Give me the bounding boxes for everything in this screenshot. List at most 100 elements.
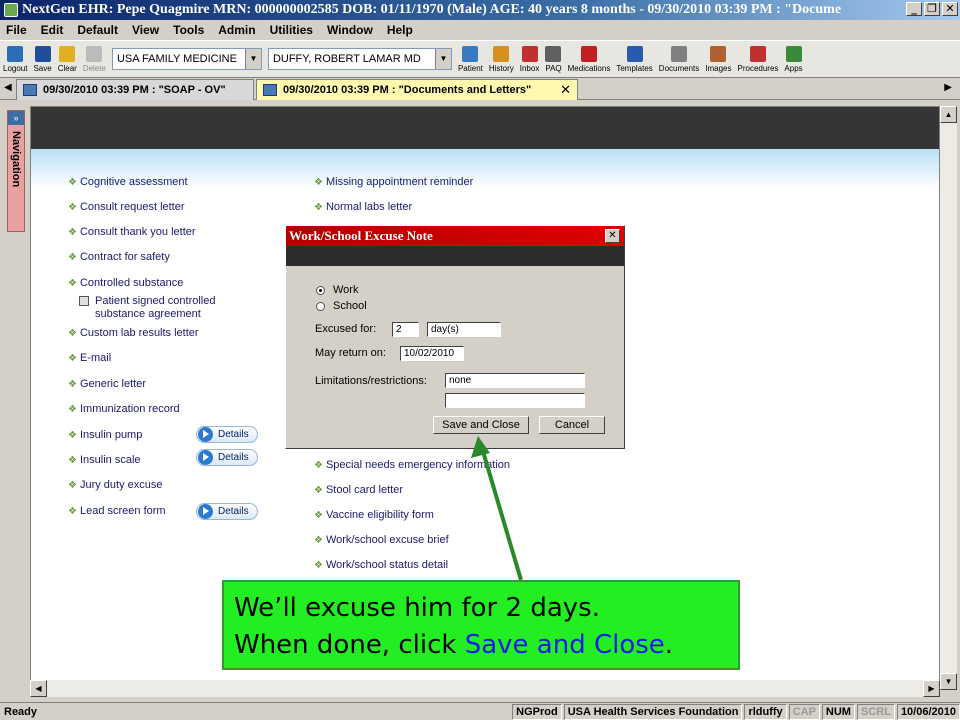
letter-lead-screen-form[interactable]: ❖ Lead screen form (68, 505, 166, 517)
letter-work-school-excuse-brief[interactable]: ❖ Work/school excuse brief (314, 534, 449, 546)
provider-select[interactable]: DUFFY, ROBERT LAMAR MD ▼ (267, 48, 452, 70)
navigation-panel[interactable]: » Navigation (7, 110, 25, 232)
images-icon (710, 45, 727, 62)
document-icon (263, 84, 277, 96)
clear-icon (59, 45, 76, 62)
apps-button[interactable]: Apps (781, 41, 805, 77)
close-tab-icon[interactable]: ✕ (560, 82, 571, 98)
radio-unselected[interactable] (316, 301, 325, 311)
excuse-note-dialog: Work/School Excuse Note ✕ Work School Ex… (285, 225, 625, 449)
tab-documents-and-letters[interactable]: 09/30/2010 03:39 PM : "Documents and Let… (256, 79, 578, 100)
inbox-button[interactable]: Inbox (517, 41, 543, 77)
menu-default[interactable]: Default (77, 23, 118, 37)
vertical-scrollbar[interactable]: ▲ ▼ (940, 106, 957, 690)
details-button-lead-screen[interactable]: Details (196, 503, 258, 520)
menu-utilities[interactable]: Utilities (270, 23, 313, 37)
tab-scroll-right-icon[interactable]: ▶ (944, 82, 952, 93)
documents-button[interactable]: Documents (656, 41, 702, 77)
return-date-input[interactable]: 10/02/2010 (400, 346, 464, 361)
tab-soap-ov[interactable]: 09/30/2010 03:39 PM : "SOAP - OV" (16, 79, 254, 100)
clear-button[interactable]: Clear (55, 41, 80, 77)
status-bar: Ready NGProd USA Health Services Foundat… (0, 702, 960, 720)
letter-work-school-status-detail[interactable]: ❖ Work/school status detail (314, 559, 448, 571)
letter-vaccine-eligibility[interactable]: ❖ Vaccine eligibility form (314, 509, 434, 521)
letter-controlled-substance[interactable]: ❖ Controlled substance (68, 277, 183, 289)
practice-select[interactable]: USA FAMILY MEDICINE ▼ (111, 48, 262, 70)
letter-consult-thank-you[interactable]: ❖ Consult thank you letter (68, 226, 196, 238)
restore-button[interactable]: ❐ (924, 2, 940, 16)
letter-jury-duty-excuse[interactable]: ❖ Jury duty excuse (68, 479, 163, 491)
chevron-down-icon: ▼ (244, 49, 261, 69)
limitations-input-2[interactable] (445, 393, 585, 408)
menu-view[interactable]: View (132, 23, 159, 37)
close-window-button[interactable]: ✕ (942, 2, 958, 16)
scroll-right-icon[interactable]: ▶ (923, 680, 940, 697)
letter-missing-appointment[interactable]: ❖ Missing appointment reminder (314, 176, 473, 188)
checkbox[interactable] (79, 296, 89, 306)
letter-immunization-record[interactable]: ❖ Immunization record (68, 403, 180, 415)
menu-admin[interactable]: Admin (218, 23, 255, 37)
menu-help[interactable]: Help (387, 23, 413, 37)
letter-normal-labs[interactable]: ❖ Normal labs letter (314, 201, 412, 213)
history-button[interactable]: History (486, 41, 517, 77)
letter-insulin-pump[interactable]: ❖ Insulin pump (68, 429, 142, 441)
status-ready: Ready (4, 705, 38, 718)
letter-custom-lab-results[interactable]: ❖ Custom lab results letter (68, 327, 199, 339)
patient-button[interactable]: Patient (455, 41, 486, 77)
controlled-substance-agreement-checkbox[interactable]: Patient signed controlled substance agre… (79, 295, 245, 321)
menu-edit[interactable]: Edit (41, 23, 64, 37)
dialog-header-band (286, 246, 624, 266)
details-button-insulin-scale[interactable]: Details (196, 449, 258, 466)
images-button[interactable]: Images (702, 41, 734, 77)
scroll-down-icon[interactable]: ▼ (940, 673, 957, 690)
letter-special-needs[interactable]: ❖ Special needs emergency information (314, 459, 510, 471)
letter-email[interactable]: ❖ E-mail (68, 352, 111, 364)
letter-consult-request[interactable]: ❖ Consult request letter (68, 201, 185, 213)
bullet-icon: ❖ (314, 560, 323, 571)
radio-selected[interactable] (316, 285, 325, 295)
toolbar: Logout Save Clear Delete USA FAMILY MEDI… (0, 40, 960, 78)
templates-button[interactable]: Templates (613, 41, 655, 77)
save-button[interactable]: Save (30, 41, 54, 77)
bullet-icon: ❖ (68, 455, 77, 466)
limitations-input-1[interactable]: none (445, 373, 585, 388)
bullet-icon: ❖ (68, 328, 77, 339)
scroll-left-icon[interactable]: ◀ (30, 680, 47, 697)
paq-button[interactable]: PAQ (542, 41, 564, 77)
details-button-insulin-pump[interactable]: Details (196, 426, 258, 443)
return-label: May return on: (315, 347, 386, 359)
procedures-button[interactable]: Procedures (735, 41, 782, 77)
bullet-icon: ❖ (68, 430, 77, 441)
expand-icon[interactable]: » (8, 111, 24, 125)
medications-button[interactable]: Medications (565, 41, 614, 77)
cancel-button[interactable]: Cancel (539, 416, 605, 434)
tab-bar: ◀ 09/30/2010 03:39 PM : "SOAP - OV" 09/3… (0, 78, 960, 100)
school-radio[interactable]: School (316, 300, 367, 312)
bullet-icon: ❖ (68, 202, 77, 213)
menu-tools[interactable]: Tools (173, 23, 204, 37)
delete-button[interactable]: Delete (80, 41, 109, 77)
letter-generic[interactable]: ❖ Generic letter (68, 378, 146, 390)
excused-days-input[interactable]: 2 (392, 322, 419, 337)
minimize-button[interactable]: _ (906, 2, 922, 16)
letter-insulin-scale[interactable]: ❖ Insulin scale (68, 454, 141, 466)
logout-button[interactable]: Logout (0, 41, 30, 77)
callout-line-1: We’ll excuse him for 2 days. (234, 593, 600, 623)
status-environment: NGProd (512, 703, 562, 720)
bullet-icon: ❖ (68, 480, 77, 491)
scroll-up-icon[interactable]: ▲ (940, 106, 957, 123)
letter-contract-for-safety[interactable]: ❖ Contract for safety (68, 251, 170, 263)
work-radio[interactable]: Work (316, 284, 358, 296)
documents-icon (671, 45, 688, 62)
menu-file[interactable]: File (6, 23, 27, 37)
horizontal-scrollbar[interactable]: ◀ ▶ (30, 680, 940, 697)
letter-cognitive-assessment[interactable]: ❖ Cognitive assessment (68, 176, 188, 188)
status-user: rlduffy (744, 703, 787, 720)
letter-stool-card[interactable]: ❖ Stool card letter (314, 484, 403, 496)
save-and-close-button[interactable]: Save and Close (433, 416, 529, 434)
menu-window[interactable]: Window (327, 23, 373, 37)
excused-unit-input[interactable]: day(s) (427, 322, 501, 337)
tab-scroll-left-icon[interactable]: ◀ (4, 82, 12, 93)
limitations-label: Limitations/restrictions: (315, 375, 427, 387)
close-icon[interactable]: ✕ (605, 229, 620, 243)
